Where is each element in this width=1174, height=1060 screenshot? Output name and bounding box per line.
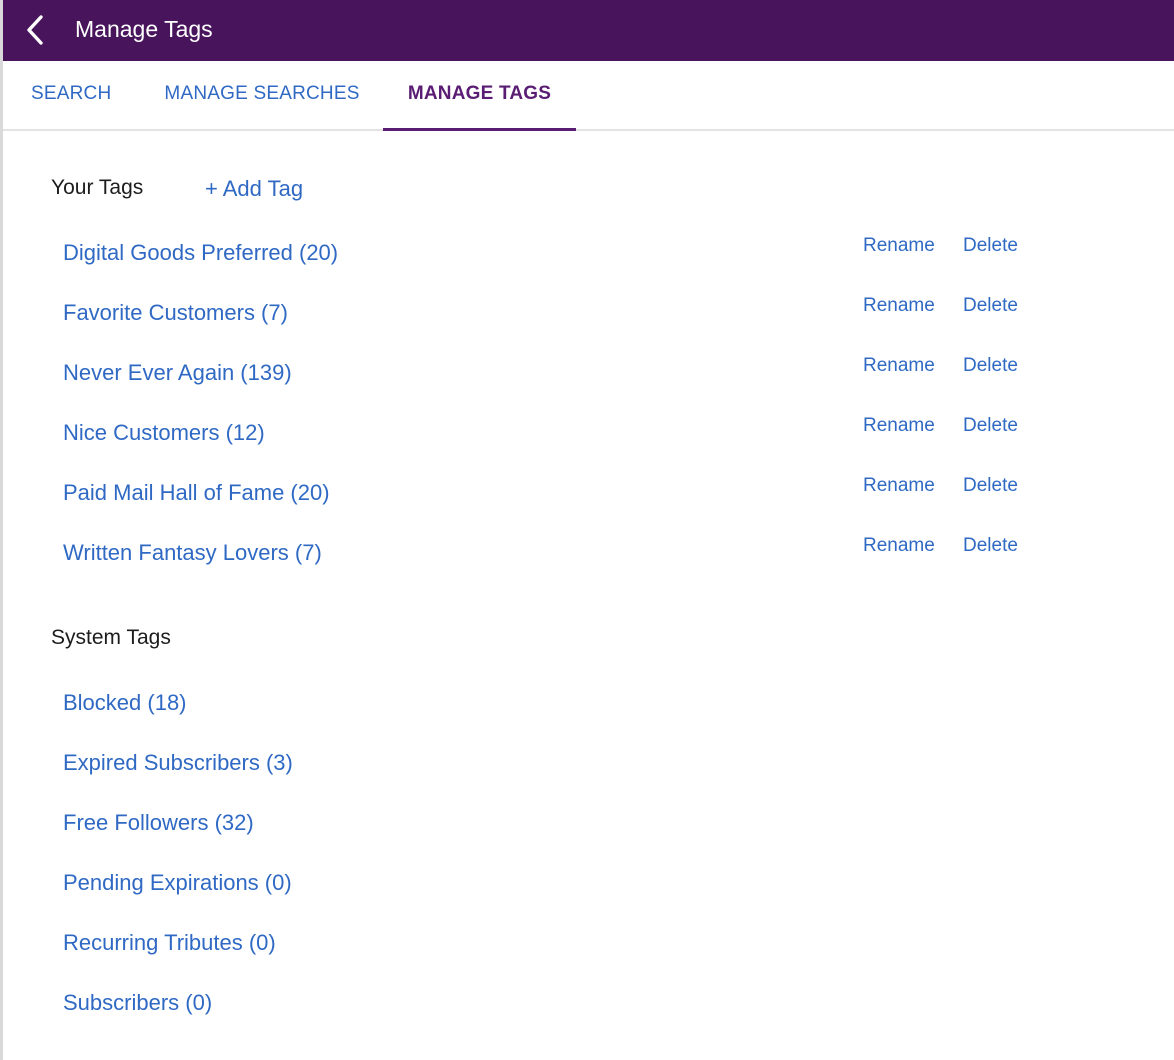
tag-link[interactable]: Never Ever Again (139) — [63, 360, 292, 386]
delete-button[interactable]: Delete — [963, 475, 1018, 497]
system-tag-row: Free Followers (32) — [63, 810, 1043, 850]
system-tag-row: Recurring Tributes (0) — [63, 930, 1043, 970]
your-tags-heading: Your Tags — [51, 176, 144, 199]
tag-link[interactable]: Digital Goods Preferred (20) — [63, 240, 338, 266]
system-tag-link[interactable]: Expired Subscribers (3) — [63, 750, 293, 776]
page-title: Manage Tags — [75, 16, 213, 42]
back-button[interactable] — [22, 14, 50, 46]
your-tag-row: Nice Customers (12) Rename Delete — [63, 415, 1043, 460]
active-tab-indicator — [383, 128, 576, 131]
delete-button[interactable]: Delete — [963, 535, 1018, 557]
system-tags-heading: System Tags — [51, 626, 171, 649]
system-tag-row: Blocked (18) — [63, 690, 1043, 730]
tag-link[interactable]: Paid Mail Hall of Fame (20) — [63, 480, 330, 506]
tab-manage-tags[interactable]: MANAGE TAGS — [383, 61, 576, 129]
system-tag-row: Subscribers (0) — [63, 990, 1043, 1030]
delete-button[interactable]: Delete — [963, 355, 1018, 377]
rename-button[interactable]: Rename — [863, 415, 935, 437]
tab-search[interactable]: SEARCH — [31, 61, 111, 129]
system-tag-link[interactable]: Blocked (18) — [63, 690, 187, 716]
tab-bar: SEARCH MANAGE SEARCHES MANAGE TAGS — [3, 61, 1174, 131]
rename-button[interactable]: Rename — [863, 235, 935, 257]
delete-button[interactable]: Delete — [963, 235, 1018, 257]
system-tag-link[interactable]: Pending Expirations (0) — [63, 870, 292, 896]
your-tag-row: Paid Mail Hall of Fame (20) Rename Delet… — [63, 475, 1043, 520]
rename-button[interactable]: Rename — [863, 295, 935, 317]
tag-link[interactable]: Nice Customers (12) — [63, 420, 265, 446]
your-tag-row: Favorite Customers (7) Rename Delete — [63, 295, 1043, 340]
app-header: Manage Tags — [3, 0, 1174, 61]
rename-button[interactable]: Rename — [863, 475, 935, 497]
system-tag-link[interactable]: Subscribers (0) — [63, 990, 212, 1016]
tag-link[interactable]: Favorite Customers (7) — [63, 300, 288, 326]
system-tag-row: Expired Subscribers (3) — [63, 750, 1043, 790]
chevron-left-icon — [27, 15, 43, 45]
system-tag-link[interactable]: Free Followers (32) — [63, 810, 254, 836]
rename-button[interactable]: Rename — [863, 355, 935, 377]
your-tag-row: Digital Goods Preferred (20) Rename Dele… — [63, 235, 1043, 280]
system-tag-link[interactable]: Recurring Tributes (0) — [63, 930, 276, 956]
rename-button[interactable]: Rename — [863, 535, 935, 557]
delete-button[interactable]: Delete — [963, 415, 1018, 437]
tab-manage-searches[interactable]: MANAGE SEARCHES — [162, 61, 362, 129]
system-tag-row: Pending Expirations (0) — [63, 870, 1043, 910]
your-tag-row: Never Ever Again (139) Rename Delete — [63, 355, 1043, 400]
tag-link[interactable]: Written Fantasy Lovers (7) — [63, 540, 322, 566]
add-tag-button[interactable]: + Add Tag — [205, 176, 303, 202]
delete-button[interactable]: Delete — [963, 295, 1018, 317]
your-tag-row: Written Fantasy Lovers (7) Rename Delete — [63, 535, 1043, 580]
left-border — [0, 0, 3, 1060]
